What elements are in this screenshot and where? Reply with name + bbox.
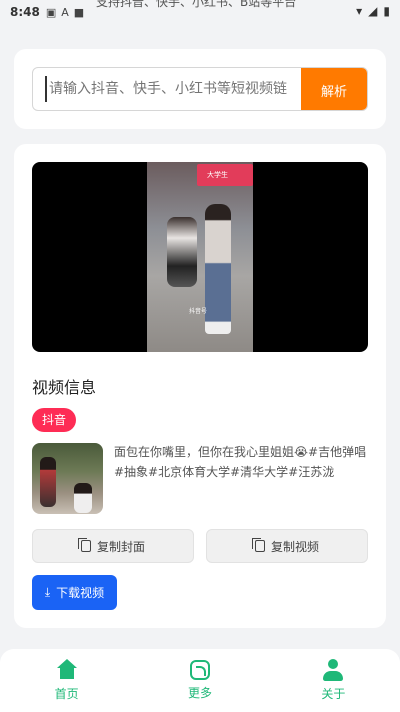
download-video-button[interactable]: ⤓ 下载视频 <box>32 575 117 610</box>
search-card: 解析 <box>14 49 386 129</box>
about-icon <box>322 659 344 681</box>
font-icon: A <box>61 5 69 19</box>
video-frame: 大学生 抖音号 <box>147 162 253 352</box>
copy-video-label: 复制视频 <box>270 539 319 554</box>
status-time: 8:48 <box>10 5 40 19</box>
video-person <box>205 204 231 334</box>
bottom-nav: 首页 更多 关于 <box>0 649 400 712</box>
signal-icon: ◢ <box>368 4 378 18</box>
video-background-person <box>167 217 197 287</box>
video-watermark: 抖音号 <box>189 308 208 315</box>
battery-icon: ▮ <box>383 4 390 18</box>
nav-item-home[interactable]: 首页 <box>0 649 133 712</box>
cover-thumbnail[interactable] <box>32 443 103 514</box>
sim-icon: ▣ <box>45 5 57 19</box>
wifi-icon: ▾ <box>356 4 363 18</box>
copy-video-button[interactable]: 复制视频 <box>206 529 368 563</box>
section-title: 视频信息 <box>32 378 97 397</box>
download-icon: ⤓ <box>44 585 51 599</box>
nav-label-home: 首页 <box>54 687 79 701</box>
video-description: 面包在你嘴里，但你在我心里姐姐😭#吉他弹唱#抽象#北京体育大学#清华大学#汪苏泷 <box>114 445 367 479</box>
more-icon <box>189 660 210 680</box>
home-icon <box>56 659 78 681</box>
status-bar: 8:48 ▣ A ■ 支持抖音、快手、小红书、B站等平台 ▾ ◢ ▮ <box>0 0 400 24</box>
video-banner-text: 大学生 <box>207 171 228 179</box>
copy-icon <box>77 538 91 552</box>
copy-cover-label: 复制封面 <box>96 539 145 554</box>
copy-icon <box>251 538 265 552</box>
nav-item-about[interactable]: 关于 <box>267 649 400 712</box>
link-input[interactable] <box>45 76 301 102</box>
cover-person-girl <box>74 483 92 513</box>
platform-badge: 抖音 <box>32 408 77 432</box>
nav-label-more: 更多 <box>187 686 212 700</box>
nav-label-about: 关于 <box>321 687 346 701</box>
video-info-card: 大学生 抖音号 视频信息 抖音 面包在你嘴里，但你在我心里姐姐😭#吉他弹唱#抽象… <box>14 144 386 628</box>
search-box: 解析 <box>32 67 368 111</box>
notification-text: 支持抖音、快手、小红书、B站等平台 <box>96 0 297 9</box>
parse-button[interactable]: 解析 <box>301 68 367 110</box>
cover-person-guitar <box>40 457 56 507</box>
download-label: 下载视频 <box>56 586 105 600</box>
notification-icon: ■ <box>73 5 85 19</box>
copy-cover-button[interactable]: 复制封面 <box>32 529 194 563</box>
video-player[interactable]: 大学生 抖音号 <box>32 162 368 352</box>
nav-item-more[interactable]: 更多 <box>133 649 266 712</box>
status-right: ▾ ◢ ▮ <box>356 4 390 18</box>
